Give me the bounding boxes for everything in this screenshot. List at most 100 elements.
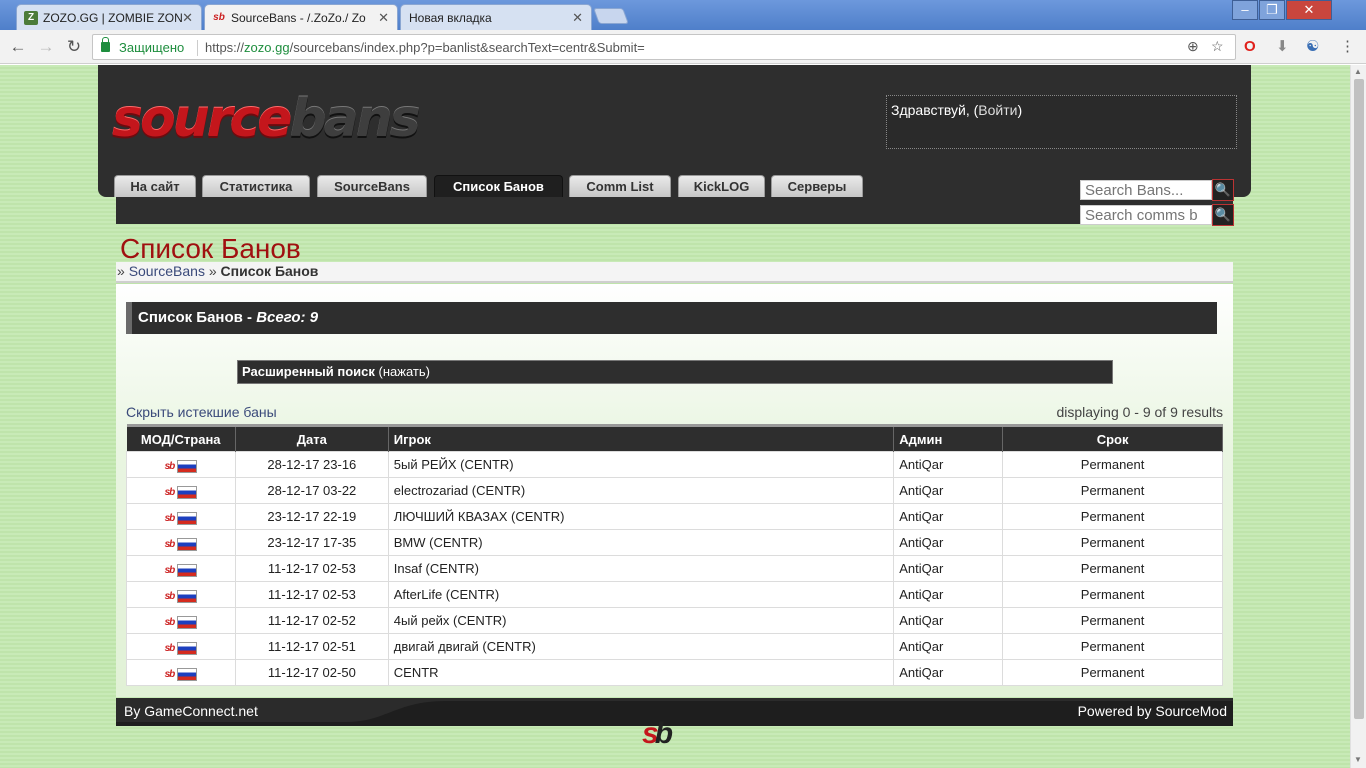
- nav-tab-servers[interactable]: Серверы: [771, 175, 863, 197]
- russia-flag-icon: [177, 563, 198, 577]
- maximize-button[interactable]: ❐: [1259, 0, 1285, 20]
- table-row[interactable]: sb 23-12-17 22-19 ЛЮЧШИЙ КВАЗАХ (CENTR) Ant…: [126, 503, 1223, 530]
- greeting-end: ): [1017, 102, 1023, 118]
- date-cell: 28-12-17 23-16: [234, 451, 389, 478]
- table-row[interactable]: sb 11-12-17 02-50 CENTR AntiQar Permanent: [126, 659, 1223, 686]
- minimize-button[interactable]: –: [1232, 0, 1258, 20]
- greeting-text: Здравствуй, (: [891, 102, 979, 118]
- mod-country-cell: sb: [126, 633, 236, 660]
- nav-tab-site[interactable]: На сайт: [114, 175, 196, 197]
- player-cell[interactable]: electrozariad (CENTR): [387, 477, 895, 504]
- breadcrumb-link-sourcebans[interactable]: SourceBans: [129, 263, 205, 279]
- player-cell[interactable]: AfterLife (CENTR): [387, 581, 895, 608]
- login-link[interactable]: Войти: [978, 102, 1017, 118]
- logo-part-bans: bans: [289, 89, 420, 149]
- close-icon[interactable]: ✕: [572, 5, 583, 30]
- secure-label: Защищено: [119, 40, 185, 55]
- main-content: Список Банов - Всего: 9 Расширенный поис…: [116, 284, 1233, 697]
- length-cell: Permanent: [1002, 633, 1223, 660]
- game-mod-icon: sb: [164, 512, 176, 524]
- nav-tab-banlist[interactable]: Список Банов: [434, 175, 563, 197]
- bookmark-star-icon[interactable]: ☆: [1211, 38, 1224, 55]
- table-row[interactable]: sb 28-12-17 23-16 5ый РЕЙХ (CENTR) AntiQar P…: [126, 451, 1223, 478]
- close-icon[interactable]: ✕: [182, 5, 193, 30]
- new-tab-button[interactable]: [593, 8, 629, 24]
- admin-cell: AntiQar: [893, 633, 1004, 660]
- player-cell[interactable]: 4ый рейх (CENTR): [387, 607, 895, 634]
- scroll-up-icon[interactable]: ▲: [1354, 67, 1362, 76]
- column-player[interactable]: Игрок: [388, 424, 895, 452]
- player-cell[interactable]: ЛЮЧШИЙ КВАЗАХ (CENTR): [387, 503, 895, 530]
- page-scrollbar[interactable]: ▲ ▼: [1350, 65, 1366, 768]
- back-arrow-icon[interactable]: ←: [8, 37, 28, 57]
- banlist-total: Всего: 9: [256, 309, 319, 326]
- page-viewport: sourcebans Здравствуй, (Войти) На сайт С…: [0, 65, 1350, 768]
- browser-tab-title: SourceBans - /.ZoZo./ Zo: [231, 11, 366, 25]
- admin-cell: AntiQar: [893, 477, 1004, 504]
- hide-expired-link[interactable]: Скрыть истекшие баны: [126, 404, 277, 420]
- table-row[interactable]: sb 11-12-17 02-52 4ый рейх (CENTR) AntiQar P…: [126, 607, 1223, 634]
- close-window-button[interactable]: ✕: [1286, 0, 1332, 20]
- url-host: zozo.gg: [244, 40, 290, 55]
- table-row[interactable]: sb 11-12-17 02-53 Insaf (CENTR) AntiQar Perm…: [126, 555, 1223, 582]
- search-bans-input[interactable]: [1080, 180, 1212, 200]
- date-cell: 23-12-17 22-19: [234, 503, 389, 530]
- search-comms: 🔍: [1080, 204, 1234, 226]
- browser-tab-title: ZOZO.GG | ZOMBIE ZON: [43, 11, 183, 25]
- zoom-icon[interactable]: ⊕: [1187, 38, 1199, 55]
- game-mod-icon: sb: [164, 564, 176, 576]
- table-row[interactable]: sb 28-12-17 03-22 electrozariad (CENTR) Ant…: [126, 477, 1223, 504]
- omnibox-divider: [197, 40, 198, 56]
- footer-credit-right[interactable]: Powered by SourceMod: [1078, 698, 1227, 724]
- browser-tab-zozo[interactable]: Z ZOZO.GG | ZOMBIE ZON ✕: [16, 4, 202, 30]
- site-footer: By GameConnect.net Powered by SourceMod: [116, 698, 1233, 726]
- browser-tab-new[interactable]: Новая вкладка ✕: [400, 4, 592, 30]
- browser-tabstrip: Z ZOZO.GG | ZOMBIE ZON ✕ sb SourceBans -…: [0, 0, 1366, 30]
- column-admin[interactable]: Админ: [893, 424, 1004, 452]
- column-date[interactable]: Дата: [235, 424, 389, 452]
- forward-arrow-icon[interactable]: →: [36, 37, 56, 57]
- close-icon[interactable]: ✕: [378, 5, 389, 30]
- search-icon[interactable]: 🔍: [1212, 179, 1234, 201]
- nav-tab-kicklog[interactable]: KickLOG: [678, 175, 765, 197]
- russia-flag-icon: [177, 615, 198, 629]
- search-icon[interactable]: 🔍: [1212, 204, 1234, 226]
- player-cell[interactable]: CENTR: [387, 659, 895, 686]
- column-mod-country[interactable]: МОД/Страна: [126, 424, 236, 452]
- footer-sb-logo: sb: [642, 717, 673, 751]
- extension-icon[interactable]: ☯: [1306, 38, 1319, 56]
- player-cell[interactable]: 5ый РЕЙХ (CENTR): [387, 451, 895, 478]
- reload-icon[interactable]: ↻: [64, 37, 84, 57]
- russia-flag-icon: [177, 537, 198, 551]
- nav-tab-commlist[interactable]: Comm List: [569, 175, 671, 197]
- length-cell: Permanent: [1002, 451, 1223, 478]
- browser-tab-sourcebans[interactable]: sb SourceBans - /.ZoZo./ Zo ✕: [204, 4, 398, 30]
- mod-country-cell: sb: [126, 451, 236, 478]
- address-bar[interactable]: Защищено https://zozo.gg/sourcebans/inde…: [92, 34, 1236, 60]
- date-cell: 11-12-17 02-52: [234, 607, 389, 634]
- nav-tab-sourcebans[interactable]: SourceBans: [317, 175, 427, 197]
- russia-flag-icon: [177, 589, 198, 603]
- table-row[interactable]: sb 11-12-17 02-53 AfterLife (CENTR) AntiQar…: [126, 581, 1223, 608]
- player-cell[interactable]: Insaf (CENTR): [387, 555, 895, 582]
- table-row[interactable]: sb 11-12-17 02-51 двигай двигай (CENTR) Ant…: [126, 633, 1223, 660]
- column-length[interactable]: Срок: [1002, 424, 1223, 452]
- admin-cell: AntiQar: [893, 529, 1004, 556]
- breadcrumb-current: Список Банов: [220, 263, 319, 279]
- nav-tab-stats[interactable]: Статистика: [202, 175, 310, 197]
- player-cell[interactable]: BMW (CENTR): [387, 529, 895, 556]
- advanced-search-toggle[interactable]: (нажать): [379, 364, 430, 379]
- advanced-search-bar[interactable]: Расширенный поиск (нажать): [237, 360, 1113, 384]
- game-mod-icon: sb: [164, 616, 176, 628]
- menu-icon[interactable]: ⋮: [1340, 38, 1355, 56]
- scroll-down-icon[interactable]: ▼: [1354, 755, 1362, 764]
- url-text[interactable]: https://zozo.gg/sourcebans/index.php?p=b…: [205, 40, 645, 55]
- download-icon[interactable]: ⬇: [1276, 38, 1289, 56]
- scrollbar-thumb[interactable]: [1354, 79, 1364, 719]
- player-cell[interactable]: двигай двигай (CENTR): [387, 633, 895, 660]
- sourcebans-logo[interactable]: sourcebans: [112, 89, 421, 149]
- search-comms-input[interactable]: [1080, 205, 1212, 225]
- table-row[interactable]: sb 23-12-17 17-35 BMW (CENTR) AntiQar Perman…: [126, 529, 1223, 556]
- opera-extension-icon[interactable]: O: [1244, 38, 1256, 56]
- footer-credit-left[interactable]: By GameConnect.net: [124, 698, 258, 724]
